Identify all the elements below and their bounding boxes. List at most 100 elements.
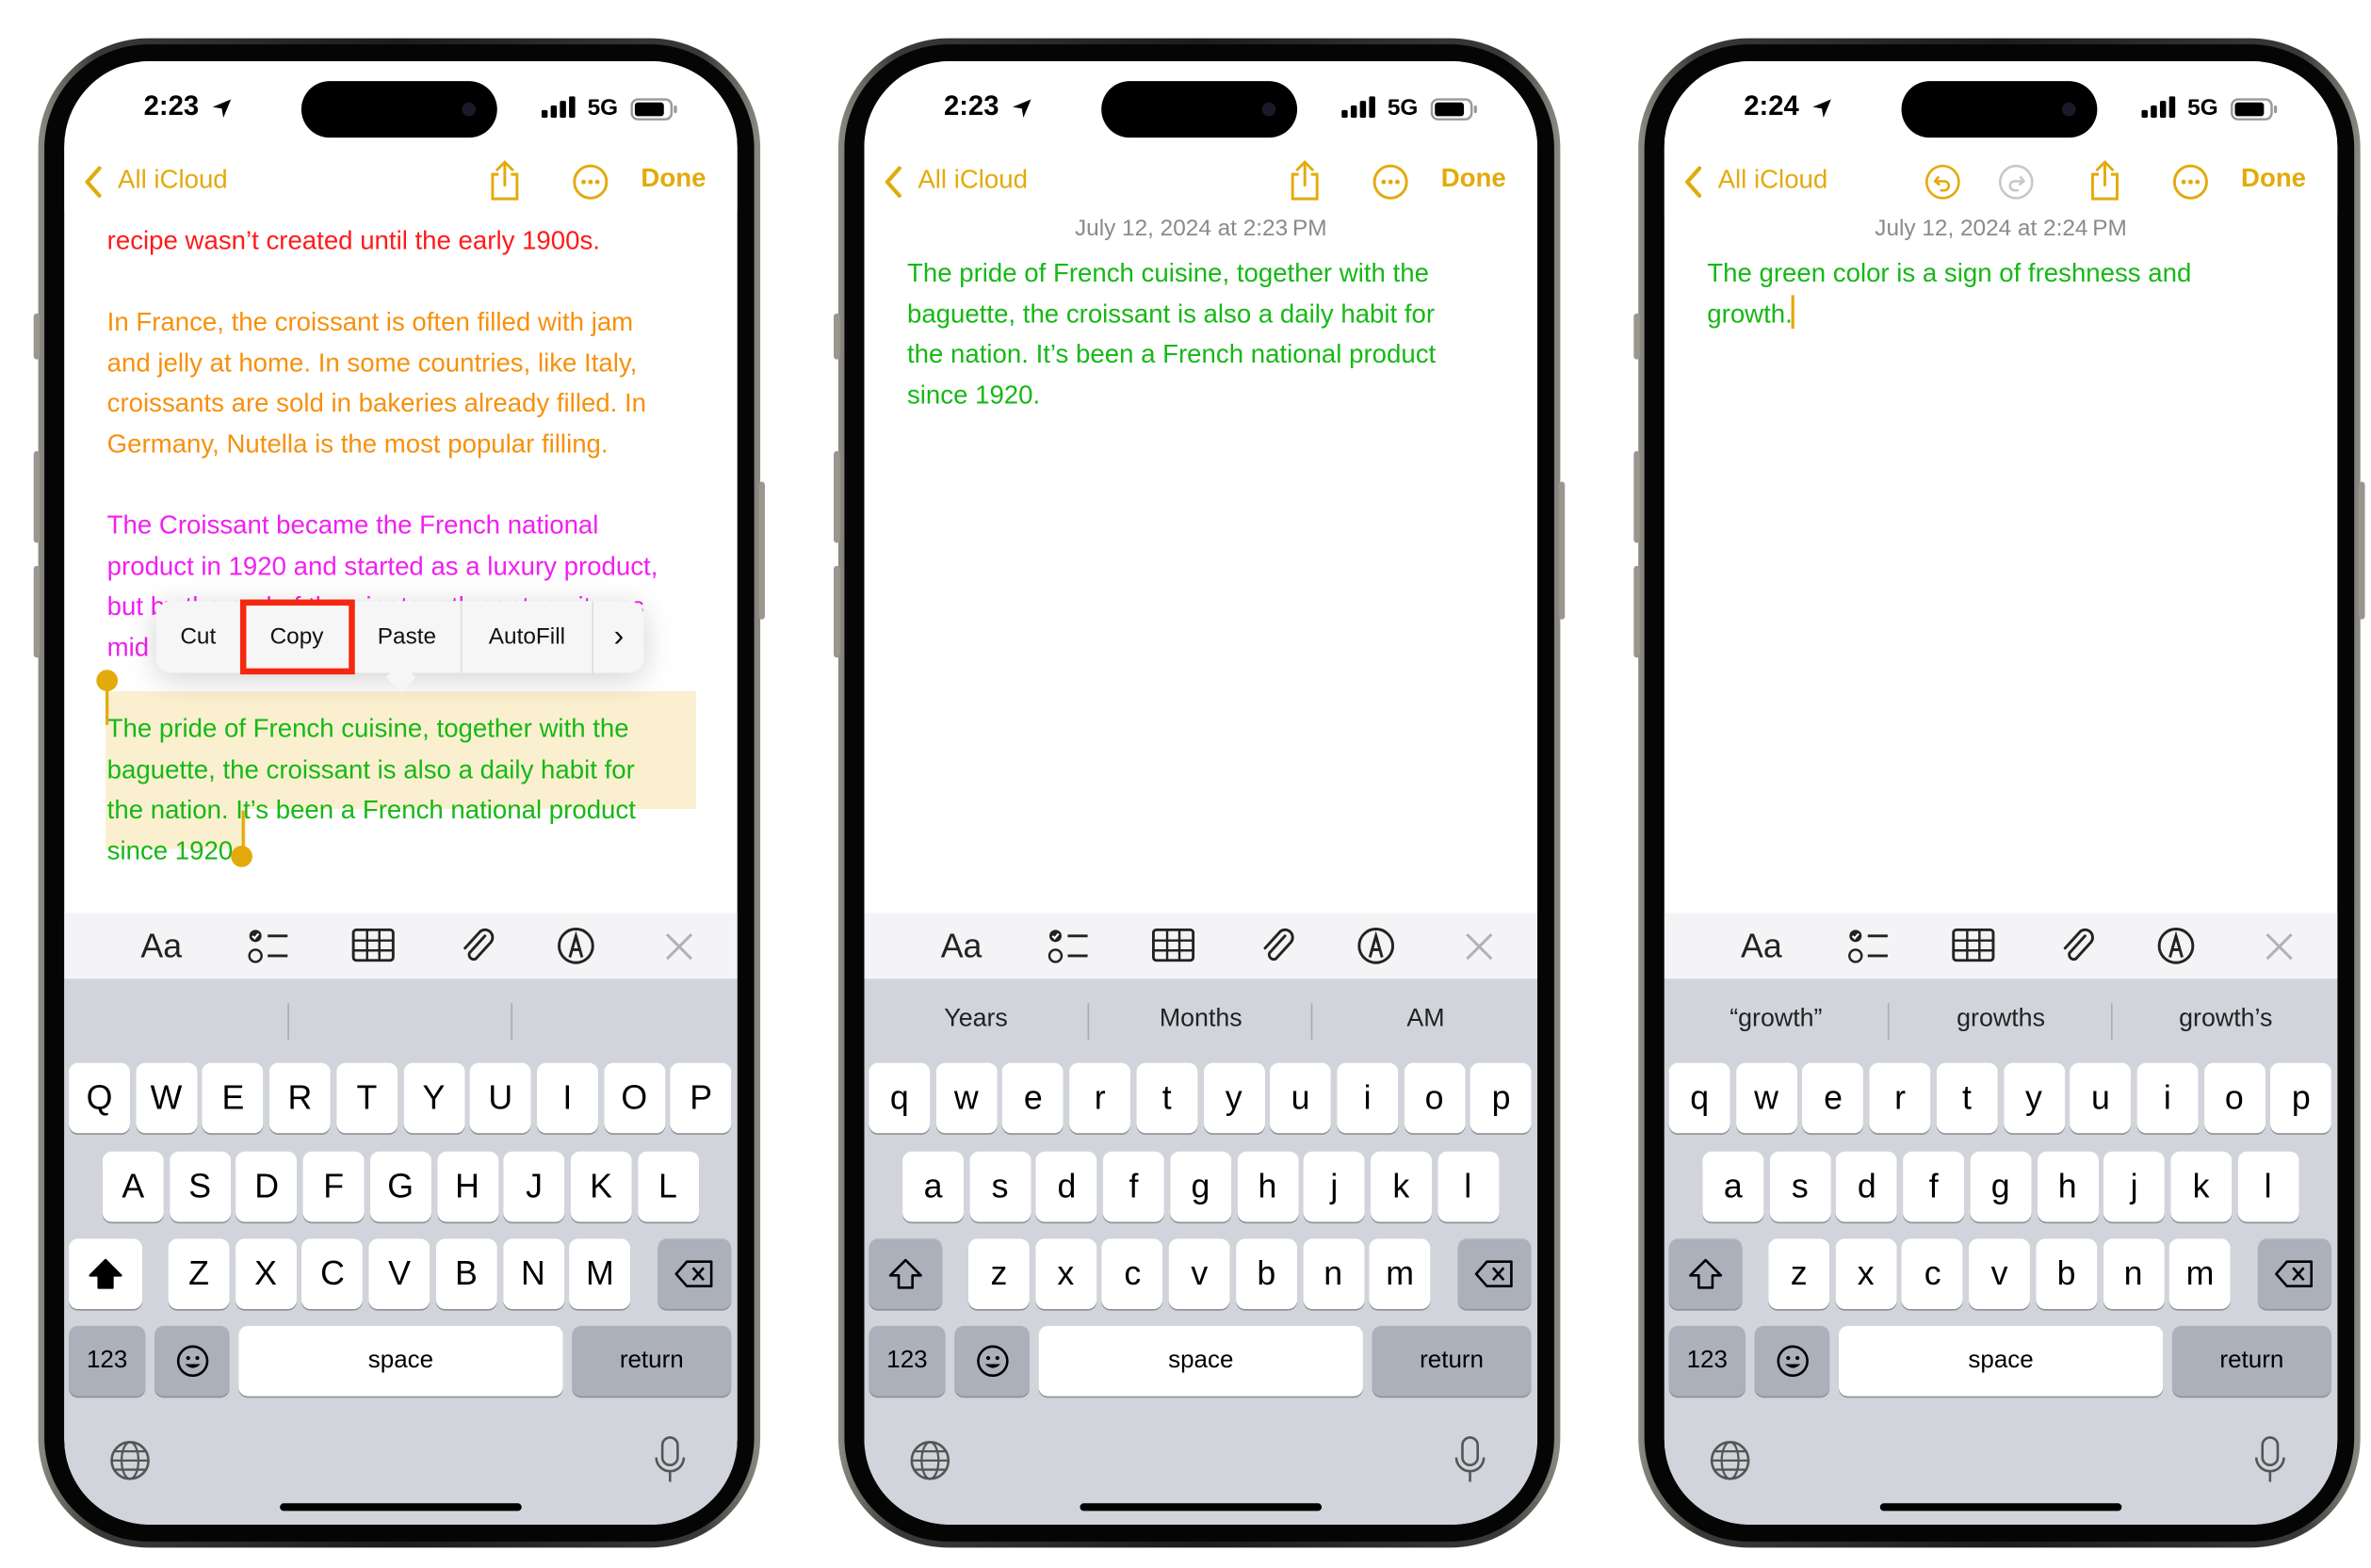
key-t[interactable]: t bbox=[1936, 1062, 1998, 1134]
delete-key[interactable] bbox=[1457, 1238, 1532, 1310]
key-d[interactable]: D bbox=[235, 1151, 298, 1222]
key-l[interactable]: L bbox=[637, 1151, 699, 1222]
markup-icon[interactable] bbox=[2157, 927, 2196, 973]
share-icon[interactable] bbox=[2087, 159, 2123, 210]
home-indicator[interactable] bbox=[280, 1503, 522, 1511]
done-button[interactable]: Done bbox=[2241, 164, 2306, 194]
key-q[interactable]: Q bbox=[69, 1062, 131, 1134]
chevron-left-icon[interactable] bbox=[883, 165, 904, 206]
key-f[interactable]: f bbox=[1903, 1151, 1965, 1222]
table-icon[interactable] bbox=[1952, 928, 1995, 970]
numbers-key[interactable]: 123 bbox=[69, 1325, 146, 1397]
back-button[interactable]: All iCloud bbox=[118, 165, 228, 195]
key-z[interactable]: Z bbox=[168, 1238, 230, 1310]
close-icon[interactable] bbox=[664, 931, 694, 970]
checklist-icon[interactable] bbox=[248, 927, 290, 974]
suggestion-1[interactable]: “growth” bbox=[1665, 1005, 1888, 1034]
format-text-button[interactable]: Aa bbox=[1741, 927, 1782, 966]
suggestion-2[interactable]: growths bbox=[1890, 1005, 2113, 1034]
close-icon[interactable] bbox=[2264, 931, 2294, 970]
back-button[interactable]: All iCloud bbox=[918, 165, 1028, 195]
key-i[interactable]: i bbox=[1337, 1062, 1399, 1134]
shift-key[interactable] bbox=[869, 1238, 943, 1310]
key-k[interactable]: K bbox=[570, 1151, 632, 1222]
suggestion-3[interactable]: growth’s bbox=[2114, 1005, 2337, 1034]
key-r[interactable]: r bbox=[1069, 1062, 1131, 1134]
home-indicator[interactable] bbox=[1080, 1503, 1323, 1511]
space-bar[interactable]: space bbox=[1838, 1325, 2164, 1397]
format-text-button[interactable]: Aa bbox=[140, 927, 182, 966]
delete-key[interactable] bbox=[658, 1238, 732, 1310]
space-bar[interactable]: space bbox=[238, 1325, 563, 1397]
key-x[interactable]: X bbox=[235, 1238, 297, 1310]
key-g[interactable]: g bbox=[1169, 1151, 1231, 1222]
format-text-button[interactable]: Aa bbox=[941, 927, 983, 966]
done-button[interactable]: Done bbox=[1441, 164, 1506, 194]
key-m[interactable]: m bbox=[2168, 1238, 2231, 1310]
key-j[interactable]: j bbox=[1303, 1151, 1365, 1222]
note-text-line[interactable]: Germany, Nutella is the most popular fil… bbox=[107, 424, 609, 465]
note-text-line[interactable]: croissants are sold in bakeries already … bbox=[107, 383, 646, 425]
key-w[interactable]: w bbox=[1735, 1062, 1797, 1134]
key-f[interactable]: f bbox=[1102, 1151, 1164, 1222]
key-l[interactable]: l bbox=[2237, 1151, 2299, 1222]
globe-icon[interactable] bbox=[909, 1439, 951, 1490]
note-text-line[interactable]: recipe wasn’t created until the early 19… bbox=[107, 220, 600, 262]
markup-icon[interactable] bbox=[1356, 927, 1395, 973]
side-button[interactable] bbox=[2359, 481, 2365, 620]
checklist-icon[interactable] bbox=[1848, 927, 1891, 974]
menu-item-autofill[interactable]: AutoFill bbox=[462, 601, 594, 673]
key-o[interactable]: o bbox=[1404, 1062, 1466, 1134]
menu-item-cut[interactable]: Cut bbox=[156, 601, 242, 673]
note-text-line[interactable]: product in 1920 and started as a luxury … bbox=[107, 545, 658, 587]
key-v[interactable]: V bbox=[368, 1238, 430, 1310]
emoji-key[interactable] bbox=[954, 1325, 1030, 1397]
key-t[interactable]: T bbox=[335, 1062, 398, 1134]
note-text-line[interactable]: since 1920. bbox=[907, 375, 1040, 416]
menu-more-arrow[interactable]: › bbox=[593, 601, 644, 672]
undo-icon[interactable] bbox=[1924, 164, 1961, 208]
key-v[interactable]: v bbox=[1969, 1238, 2031, 1310]
more-options-icon[interactable] bbox=[572, 164, 609, 208]
volume-up-button[interactable] bbox=[33, 451, 41, 543]
more-options-icon[interactable] bbox=[2172, 164, 2209, 208]
shift-key[interactable] bbox=[69, 1238, 143, 1310]
key-q[interactable]: q bbox=[1668, 1062, 1730, 1134]
note-text-line[interactable]: The Croissant became the French national bbox=[107, 505, 599, 546]
redo-icon[interactable] bbox=[1998, 164, 2035, 208]
key-w[interactable]: w bbox=[935, 1062, 998, 1134]
note-text-line[interactable]: The pride of French cuisine, together wi… bbox=[907, 252, 1429, 294]
key-e[interactable]: e bbox=[1002, 1062, 1064, 1134]
key-c[interactable]: c bbox=[1101, 1238, 1163, 1310]
volume-down-button[interactable] bbox=[1633, 565, 1640, 658]
key-y[interactable]: y bbox=[2003, 1062, 2065, 1134]
key-q[interactable]: q bbox=[869, 1062, 931, 1134]
note-text-line[interactable]: and jelly at home. In some countries, li… bbox=[107, 342, 638, 383]
numbers-key[interactable]: 123 bbox=[1668, 1325, 1746, 1397]
side-button[interactable] bbox=[758, 481, 765, 620]
key-m[interactable]: m bbox=[1369, 1238, 1431, 1310]
home-indicator[interactable] bbox=[1879, 1503, 2122, 1511]
key-a[interactable]: A bbox=[102, 1151, 164, 1222]
key-y[interactable]: y bbox=[1203, 1062, 1265, 1134]
shift-key[interactable] bbox=[1668, 1238, 1743, 1310]
numbers-key[interactable]: 123 bbox=[869, 1325, 946, 1397]
key-y[interactable]: Y bbox=[402, 1062, 464, 1134]
key-i[interactable]: i bbox=[2136, 1062, 2199, 1134]
key-u[interactable]: u bbox=[2070, 1062, 2132, 1134]
key-z[interactable]: z bbox=[967, 1238, 1030, 1310]
more-options-icon[interactable] bbox=[1372, 164, 1409, 208]
key-u[interactable]: U bbox=[469, 1062, 531, 1134]
markup-icon[interactable] bbox=[557, 927, 595, 973]
key-e[interactable]: e bbox=[1802, 1062, 1864, 1134]
key-u[interactable]: u bbox=[1270, 1062, 1332, 1134]
return-key[interactable]: return bbox=[572, 1325, 732, 1397]
key-o[interactable]: O bbox=[603, 1062, 665, 1134]
key-m[interactable]: M bbox=[569, 1238, 631, 1310]
key-p[interactable]: P bbox=[670, 1062, 732, 1134]
note-text-line[interactable]: baguette, the croissant is also a daily … bbox=[107, 749, 635, 790]
key-c[interactable]: c bbox=[1902, 1238, 1964, 1310]
note-text-line[interactable]: baguette, the croissant is also a daily … bbox=[907, 293, 1435, 334]
chevron-left-icon[interactable] bbox=[83, 165, 105, 206]
note-text-line[interactable]: since 1920. bbox=[107, 831, 240, 872]
